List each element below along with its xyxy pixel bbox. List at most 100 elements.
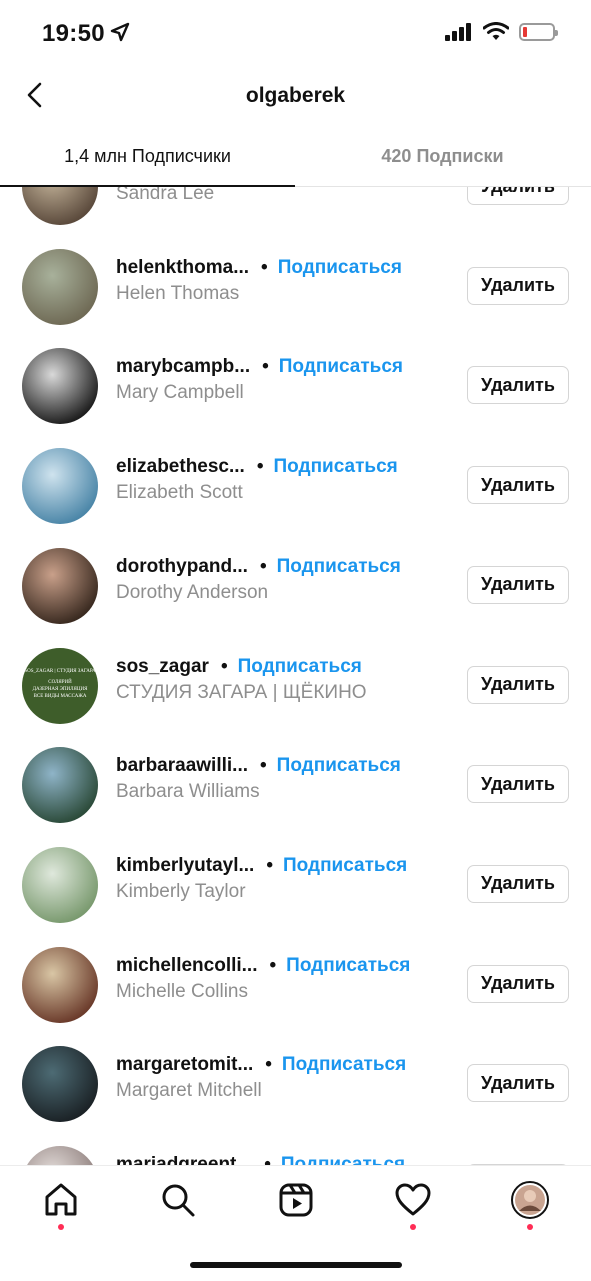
remove-follower-button[interactable]: Удалить bbox=[467, 665, 569, 704]
profile-avatar bbox=[511, 1181, 549, 1219]
follower-avatar[interactable] bbox=[22, 846, 98, 923]
username-line: marybcampb... • Подписаться bbox=[116, 356, 403, 378]
followers-list[interactable]: Sandra Lee Удалить helenkthoma... • Подписат… bbox=[0, 187, 591, 1165]
heart-icon bbox=[395, 1183, 431, 1216]
search-icon bbox=[162, 1184, 195, 1217]
username-line: helenkthoma... • Подписаться bbox=[116, 257, 402, 279]
remove-follower-button[interactable]: Удалить bbox=[467, 964, 569, 1003]
separator-dot: • bbox=[266, 854, 273, 876]
username[interactable]: michellencolli... bbox=[116, 955, 258, 977]
follower-avatar[interactable]: SOS_ZAGAR | СТУДИЯ ЗАГАРА СОЛЯРИЙ ДАЗЕРНАЯ… bbox=[22, 647, 98, 724]
remove-follower-button[interactable]: Удалить bbox=[467, 366, 569, 405]
follow-back-link[interactable]: Подписаться bbox=[286, 955, 410, 977]
full-name: Dorothy Anderson bbox=[116, 581, 269, 603]
follow-back-link[interactable]: Подписаться bbox=[274, 456, 398, 478]
tab-followers[interactable]: 1,4 млн Подписчики bbox=[0, 130, 295, 186]
follower-row[interactable]: kimberlyutayl... • Подписаться Kimberly Tay… bbox=[0, 835, 591, 934]
full-name: Helen Thomas bbox=[116, 282, 240, 304]
follower-row[interactable]: elizabethesc... • Подписаться Elizabeth Sco… bbox=[0, 436, 591, 535]
battery-icon bbox=[519, 22, 558, 41]
follow-back-link[interactable]: Подписаться bbox=[281, 1154, 405, 1165]
follow-tabs: 1,4 млн Подписчики 420 Подписки bbox=[0, 130, 591, 187]
username-line: mariadgreent... • Подписаться bbox=[116, 1154, 405, 1165]
follower-avatar[interactable] bbox=[22, 448, 98, 525]
full-name: Barbara Williams bbox=[116, 781, 260, 803]
separator-dot: • bbox=[220, 655, 228, 677]
follower-row[interactable]: marybcampb... • Подписаться Mary Campbell Уд… bbox=[0, 336, 591, 435]
tab-home[interactable] bbox=[41, 1180, 81, 1230]
bottom-tab-bar bbox=[0, 1165, 591, 1281]
username[interactable]: barbaraawilli... bbox=[116, 755, 248, 777]
username-line: kimberlyutayl... • Подписаться bbox=[116, 855, 407, 877]
separator-dot: • bbox=[262, 356, 269, 378]
remove-follower-button[interactable]: Удалить bbox=[467, 565, 569, 604]
remove-follower-button[interactable]: Удалить bbox=[467, 1064, 569, 1103]
follower-row[interactable]: barbaraawilli... • Подписаться Barbara Will… bbox=[0, 735, 591, 834]
username-line: michellencolli... • Подписаться bbox=[116, 955, 410, 977]
follower-avatar[interactable] bbox=[22, 1146, 98, 1165]
username-line: margaretomit... • Подписаться bbox=[116, 1054, 406, 1076]
avatar-text: СОЛЯРИЙ bbox=[48, 679, 72, 685]
navigation-bar: olgaberek bbox=[0, 66, 591, 126]
follower-avatar[interactable] bbox=[22, 1046, 98, 1123]
follow-back-link[interactable]: Подписаться bbox=[283, 855, 407, 877]
tab-profile[interactable] bbox=[510, 1180, 550, 1230]
remove-follower-button[interactable]: Удалить bbox=[467, 864, 569, 903]
full-name: Kimberly Taylor bbox=[116, 880, 246, 902]
follower-row[interactable]: Sandra Lee Удалить bbox=[0, 187, 591, 236]
separator-dot: • bbox=[264, 1154, 271, 1165]
follower-row[interactable]: SOS_ZAGAR | СТУДИЯ ЗАГАРА СОЛЯРИЙ ДАЗЕРНАЯ… bbox=[0, 636, 591, 735]
notification-dot bbox=[527, 1224, 533, 1230]
remove-follower-button[interactable]: Удалить bbox=[467, 765, 569, 804]
follower-avatar[interactable] bbox=[22, 547, 98, 624]
status-bar: 19:50 bbox=[0, 0, 591, 66]
avatar-text: ВСЕ ВИДЫ МАССАЖА bbox=[33, 693, 87, 699]
follow-back-link[interactable]: Подписаться bbox=[238, 656, 362, 678]
remove-follower-button[interactable]: Удалить bbox=[467, 266, 569, 305]
follower-avatar[interactable] bbox=[22, 187, 98, 225]
follower-row[interactable]: dorothypand... • Подписаться Dorothy Anders… bbox=[0, 536, 591, 635]
tab-search[interactable] bbox=[158, 1180, 198, 1220]
tab-following[interactable]: 420 Подписки bbox=[295, 130, 590, 186]
separator-dot: • bbox=[260, 755, 267, 777]
username[interactable]: elizabethesc... bbox=[116, 456, 245, 478]
follow-back-link[interactable]: Подписаться bbox=[278, 257, 402, 279]
tab-activity[interactable] bbox=[393, 1180, 433, 1230]
tab-reels[interactable] bbox=[276, 1180, 316, 1220]
follow-back-link[interactable]: Подписаться bbox=[282, 1054, 406, 1076]
follower-avatar[interactable] bbox=[22, 747, 98, 824]
full-name: Elizabeth Scott bbox=[116, 482, 243, 504]
follow-back-link[interactable]: Подписаться bbox=[279, 356, 403, 378]
remove-follower-button[interactable]: Удалить bbox=[467, 466, 569, 505]
username[interactable]: marybcampb... bbox=[116, 356, 250, 378]
follower-row[interactable]: mariadgreent...•ПодписатьсяУдалить bbox=[0, 1134, 591, 1165]
avatar-text: SOS_ZAGAR | СТУДИЯ ЗАГАРА bbox=[24, 668, 96, 674]
follower-avatar[interactable] bbox=[22, 348, 98, 425]
full-name: Margaret Mitchell bbox=[116, 1080, 262, 1102]
follow-back-link[interactable]: Подписаться bbox=[277, 556, 401, 578]
full-name: Mary Campbell bbox=[116, 382, 244, 404]
full-name: СТУДИЯ ЗАГАРА | ЩЁКИНО bbox=[116, 681, 367, 703]
username[interactable]: mariadgreent... bbox=[116, 1154, 252, 1165]
full-name: Sandra Lee bbox=[116, 187, 215, 204]
username-line: elizabethesc... • Подписаться bbox=[116, 456, 398, 478]
wifi-icon bbox=[483, 22, 509, 40]
notification-dot bbox=[410, 1224, 416, 1230]
username[interactable]: sos_zagar bbox=[116, 656, 209, 678]
location-arrow-icon bbox=[110, 22, 130, 42]
separator-dot: • bbox=[265, 1054, 272, 1076]
follower-row[interactable]: margaretomit... • Подписаться Margaret Mitc… bbox=[0, 1034, 591, 1133]
follower-row[interactable]: michellencolli... • Подписаться Michelle Co… bbox=[0, 935, 591, 1034]
username[interactable]: kimberlyutayl... bbox=[116, 855, 254, 877]
follower-row[interactable]: helenkthoma... • Подписаться Helen Thomas Уд… bbox=[0, 237, 591, 336]
home-indicator bbox=[190, 1262, 402, 1268]
remove-follower-button[interactable]: Удалить bbox=[467, 187, 569, 205]
notification-dot bbox=[58, 1224, 64, 1230]
follower-avatar[interactable] bbox=[22, 248, 98, 325]
username-line: barbaraawilli... • Подписаться bbox=[116, 755, 401, 777]
follow-back-link[interactable]: Подписаться bbox=[277, 755, 401, 777]
follower-avatar[interactable] bbox=[22, 946, 98, 1023]
username[interactable]: helenkthoma... bbox=[116, 257, 249, 279]
username[interactable]: margaretomit... bbox=[116, 1054, 253, 1076]
username[interactable]: dorothypand... bbox=[116, 556, 248, 578]
